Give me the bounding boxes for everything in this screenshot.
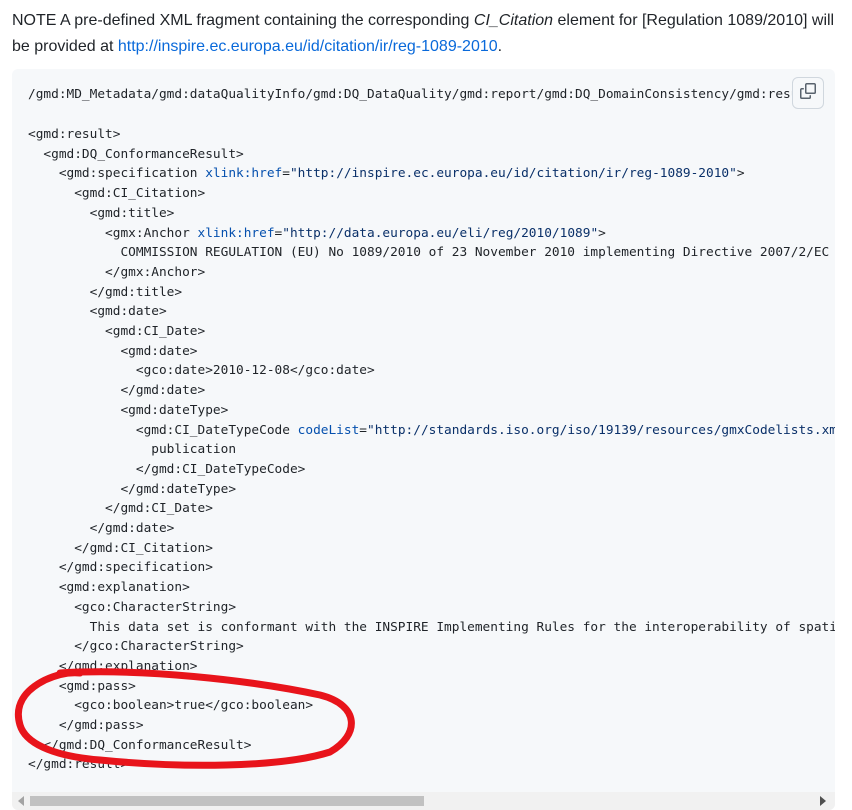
- code-token-tag: </gmd:explanation>: [28, 658, 198, 674]
- code-line: <gmd:specification xlink:href="http://in…: [28, 164, 745, 184]
- code-token-tag: </gmd:specification>: [28, 560, 213, 576]
- code-token-tag: <gmd:result>: [28, 127, 121, 142]
- code-line: </gmd:explanation>: [28, 657, 198, 677]
- code-token-attr: xlink:href: [205, 166, 283, 182]
- note-element-name: CI_Citation: [473, 12, 554, 29]
- code-token-tag: <gmd:explanation>: [28, 580, 190, 596]
- code-line: </gmd:pass>: [28, 716, 144, 736]
- code-line: </gmd:CI_Date>: [28, 499, 213, 519]
- code-line: <gco:boolean>true</gco:boolean>: [28, 696, 313, 716]
- code-token-tag: </gmd:CI_DateTypeCode>: [28, 461, 306, 477]
- code-line: publication: [28, 440, 236, 460]
- code-line: <gmd:date>: [28, 302, 167, 322]
- code-token-tag: <gmd:CI_Citation>: [28, 186, 206, 202]
- code-token-tag: <gmd:title>: [28, 205, 175, 221]
- code-line: <gmd:title>: [28, 204, 175, 224]
- code-line: <gco:CharacterString>: [28, 598, 236, 618]
- code-line: <gmd:dateType>: [28, 401, 228, 421]
- code-token-tag: <gmd:dateType>: [28, 402, 229, 418]
- code-token-tag: >: [736, 166, 745, 182]
- horizontal-scrollbar[interactable]: [12, 792, 835, 810]
- code-token-tag: <gco:date>2010-12-08</gco:date>: [28, 363, 375, 379]
- code-token-tag: =: [359, 422, 368, 438]
- code-line: <gco:date>2010-12-08</gco:date>: [28, 361, 375, 381]
- code-line: </gmd:result>: [28, 755, 128, 775]
- code-line: <gmd:explanation>: [28, 578, 190, 598]
- code-token-tag: <gmd:CI_Date>: [28, 324, 206, 339]
- code-token-tag: >: [598, 225, 606, 241]
- code-token-tag: COMMISSION REGULATION (EU) No 1089/2010 …: [28, 245, 835, 261]
- code-token-tag: <gmd:date>: [28, 343, 198, 359]
- code-line: COMMISSION REGULATION (EU) No 1089/2010 …: [28, 243, 835, 263]
- code-token-tag: <gmx:Anchor: [28, 225, 198, 241]
- code-line: <gmd:CI_Date>: [28, 322, 205, 342]
- code-token-tag: </gmd:title>: [28, 284, 183, 300]
- code-line: <gmd:result>: [28, 125, 120, 145]
- code-block: /gmd:MD_Metadata/gmd:dataQualityInfo/gmd…: [12, 69, 835, 810]
- code-token-attr: xlink:href: [197, 225, 275, 241]
- code-token-attr: codeList: [297, 422, 360, 438]
- citation-link[interactable]: http://inspire.ec.europa.eu/id/citation/…: [118, 38, 498, 55]
- code-line: </gmx:Anchor>: [28, 263, 205, 283]
- code-line: <gmx:Anchor xlink:href="http://data.euro…: [28, 224, 606, 244]
- code-line: </gmd:DQ_ConformanceResult>: [28, 736, 251, 756]
- code-token-tag: =: [282, 166, 290, 182]
- code-token-tag: <gco:boolean>true</gco:boolean>: [28, 698, 314, 714]
- code-token-tag: </gmd:CI_Date>: [28, 501, 213, 517]
- code-token-tag: </gmd:DQ_ConformanceResult>: [28, 737, 252, 753]
- code-line: </gco:CharacterString>: [28, 637, 244, 657]
- code-line: </gmd:date>: [28, 381, 205, 401]
- code-token-tag: <gmd:DQ_ConformanceResult>: [28, 146, 244, 162]
- code-line: <gmd:pass>: [28, 677, 136, 697]
- code-token-tag: </gmd:CI_Citation>: [28, 540, 213, 556]
- code-token-tag: <gco:CharacterString>: [28, 599, 237, 615]
- code-token-tag: </gmd:result>: [28, 757, 129, 773]
- code-line: <gmd:CI_Citation>: [28, 184, 205, 204]
- code-line: <gmd:CI_DateTypeCode codeList="http://st…: [28, 421, 835, 441]
- code-line: </gmd:CI_DateTypeCode>: [28, 460, 306, 480]
- note-prefix: NOTE A pre-defined XML fragment containi…: [12, 12, 474, 29]
- code-line: </gmd:title>: [28, 283, 182, 303]
- code-token-tag: <gmd:date>: [28, 304, 167, 320]
- note-paragraph: NOTE A pre-defined XML fragment containi…: [12, 8, 842, 60]
- code-token-tag: publication: [28, 442, 237, 458]
- code-token-tag: This data set is conformant with the INS…: [28, 619, 835, 635]
- scroll-right-arrow-icon[interactable]: [820, 796, 826, 806]
- scrollbar-thumb[interactable]: [30, 796, 424, 806]
- code-token-tag: <gmd:specification: [28, 166, 206, 182]
- xpath-line: /gmd:MD_Metadata/gmd:dataQualityInfo/gmd…: [28, 87, 814, 102]
- scroll-left-arrow-icon[interactable]: [18, 796, 24, 806]
- code-token-tag: </gmd:date>: [28, 383, 206, 399]
- note-suffix: .: [497, 38, 503, 55]
- code-token-tag: </gmd:date>: [28, 521, 175, 536]
- code-line: <gmd:DQ_ConformanceResult>: [28, 145, 244, 165]
- code-token-tag: </gmx:Anchor>: [28, 264, 206, 280]
- code-token-tag: </gco:CharacterString>: [28, 639, 244, 655]
- code-line: </gmd:specification>: [28, 558, 213, 578]
- code-token-str: "http://inspire.ec.europa.eu/id/citation…: [289, 166, 737, 182]
- code-line: </gmd:dateType>: [28, 480, 236, 500]
- code-token-tag: <gmd:CI_DateTypeCode: [28, 422, 298, 438]
- code-token-str: "http://data.europa.eu/eli/reg/2010/1089…: [282, 225, 599, 241]
- copy-button[interactable]: [792, 77, 824, 109]
- code-token-tag: </gmd:pass>: [28, 718, 144, 733]
- code-token-str: "http://standards.iso.org/iso/19139/reso…: [367, 422, 835, 438]
- code-token-tag: </gmd:dateType>: [28, 481, 237, 497]
- code-token-tag: <gmd:pass>: [28, 678, 136, 694]
- code-line: This data set is conformant with the INS…: [28, 618, 835, 638]
- code-line: <gmd:date>: [28, 342, 198, 362]
- copy-icon: [800, 82, 816, 104]
- code-line: </gmd:CI_Citation>: [28, 539, 213, 559]
- code-line: </gmd:date>: [28, 519, 175, 539]
